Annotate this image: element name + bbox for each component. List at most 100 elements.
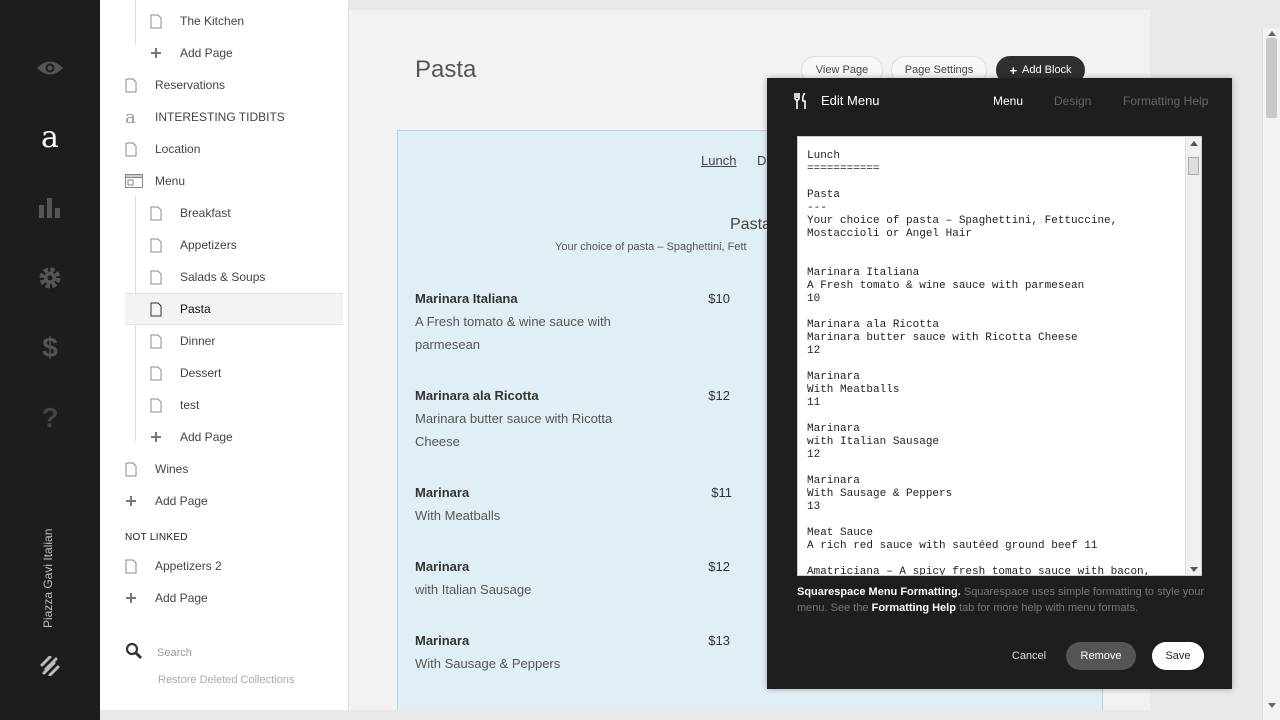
dialog-header[interactable]: Edit Menu Menu Design Formatting Help (767, 78, 1232, 124)
save-button[interactable]: Save (1152, 642, 1204, 670)
site-name[interactable]: Piazza Gavi Italian (41, 529, 55, 628)
menu-item: Marinara with Italian Sausage $12 (415, 559, 745, 601)
add-block-label: Add Block (1022, 64, 1072, 76)
folder-icon (125, 174, 147, 188)
menu-item-price: $10 (708, 291, 730, 306)
tree-item-dinner[interactable]: Dinner (150, 325, 340, 357)
tree-item-interesting-tidbits[interactable]: a INTERESTING TIDBITS (125, 101, 340, 133)
cancel-button[interactable]: Cancel (1005, 642, 1053, 670)
search-input[interactable]: Search (157, 647, 192, 659)
scroll-down-arrow-icon[interactable] (1190, 567, 1198, 572)
left-rail: a $ ? Piazza Gavi Italian (0, 0, 100, 720)
analytics-icon[interactable] (30, 188, 70, 228)
blog-icon: a (125, 106, 136, 128)
page-icon (150, 270, 172, 285)
search-icon (125, 642, 143, 663)
menu-item-name: Marinara (415, 633, 470, 648)
gear-icon[interactable] (30, 258, 70, 298)
tree-item-breakfast[interactable]: Breakfast (150, 197, 340, 229)
tree-item-label: Location (155, 142, 201, 156)
window-scrollbar[interactable] (1262, 28, 1280, 720)
tab-menu[interactable]: Menu (993, 94, 1023, 108)
dollar-icon[interactable]: $ (30, 328, 70, 368)
tree-item-add-page[interactable]: Add Page (125, 485, 340, 517)
scroll-up-arrow-icon[interactable] (1190, 141, 1198, 146)
menu-item: Marinara ala Ricotta Marinara butter sau… (415, 388, 745, 453)
menu-item: Marinara With Sausage & Peppers $13 (415, 633, 745, 675)
tree-item-label: Breakfast (180, 206, 231, 220)
tree-item-reservations[interactable]: Reservations (125, 69, 340, 101)
tree-item-label: Pasta (180, 302, 211, 316)
tab-design[interactable]: Design (1054, 94, 1091, 108)
remove-button[interactable]: Remove (1066, 642, 1136, 670)
help-text-part-2: tab for more help with menu formats. (955, 602, 1139, 614)
eye-icon[interactable] (30, 48, 70, 88)
tree-item-wines[interactable]: Wines (125, 453, 340, 485)
menu-section-title: Pasta (730, 216, 771, 233)
tree-item-salads-soups[interactable]: Salads & Soups (150, 261, 340, 293)
scroll-down-arrow-icon[interactable] (1268, 703, 1276, 708)
menu-item-price: $12 (708, 559, 730, 574)
page-icon (150, 238, 172, 253)
menu-item-name: Marinara (415, 559, 470, 574)
plus-icon (150, 47, 172, 59)
plus-icon (125, 495, 147, 507)
plus-icon: + (1009, 62, 1018, 78)
tree-item-label: Wines (155, 462, 189, 476)
scroll-up-arrow-icon[interactable] (1268, 31, 1276, 36)
restore-deleted-link[interactable]: Restore Deleted Collections (158, 674, 294, 686)
tree-item-label: Appetizers 2 (155, 559, 222, 573)
menu-item-price: $12 (708, 388, 730, 403)
search-row[interactable]: Search (125, 642, 192, 663)
tree-item-label: Appetizers (180, 238, 237, 252)
menu-section-description: Your choice of pasta – Spaghettini, Fett (555, 241, 747, 253)
editor-scroll-thumb[interactable] (1188, 157, 1199, 175)
tree-item-the-kitchen[interactable]: The Kitchen (150, 5, 340, 37)
tree-item-label: Add Page (180, 46, 233, 60)
menu-item-description: Marinara butter sauce with Ricotta Chees… (415, 411, 613, 449)
plus-icon (125, 592, 147, 604)
not-linked-heading: NOT LINKED (125, 532, 188, 543)
window-scroll-thumb[interactable] (1266, 38, 1277, 118)
menu-item-description: A Fresh tomato & wine sauce with parmese… (415, 314, 611, 352)
page-icon (150, 366, 172, 381)
menu-tab-lunch[interactable]: Lunch (701, 153, 736, 168)
tree-item-appetizers[interactable]: Appetizers (150, 229, 340, 261)
menu-text-editor[interactable]: Lunch =========== Pasta --- Your choice … (797, 136, 1202, 576)
menu-item-description: With Sausage & Peppers (415, 656, 561, 671)
tree-item-dessert[interactable]: Dessert (150, 357, 340, 389)
tree-item-label: Menu (155, 174, 186, 188)
help-icon[interactable]: ? (30, 398, 70, 438)
page-icon (150, 14, 172, 29)
squarespace-logo-icon[interactable] (30, 646, 70, 686)
page-icon (150, 398, 172, 413)
menu-tab-next[interactable]: D (757, 153, 766, 168)
tree-item-label: Dessert (180, 366, 222, 380)
tree-item-menu[interactable]: Menu (125, 165, 340, 197)
tree-item-appetizers-2[interactable]: Appetizers 2 (125, 550, 340, 582)
tree-item-label: Add Page (180, 430, 233, 444)
menu-item-name: Marinara (415, 485, 470, 500)
menu-editor-text[interactable]: Lunch =========== Pasta --- Your choice … (798, 137, 1201, 575)
plus-icon (150, 431, 172, 443)
page-title: Pasta (415, 56, 477, 83)
page-tree-sidebar: The Kitchen Add Page Reservations a INTE… (100, 0, 349, 710)
formatting-help-link[interactable]: Formatting Help (872, 602, 956, 614)
tree-item-add-page[interactable]: Add Page (125, 582, 340, 614)
tree-item-location[interactable]: Location (125, 133, 340, 165)
tab-formatting-help[interactable]: Formatting Help (1123, 94, 1208, 108)
help-bold: Squarespace Menu Formatting. (797, 586, 961, 598)
menu-item-description: with Italian Sausage (415, 582, 532, 597)
tree-item-add-page[interactable]: Add Page (150, 421, 340, 453)
page-icon (125, 142, 147, 157)
tree-item-label: Salads & Soups (180, 270, 266, 284)
logo-icon[interactable]: a (30, 118, 70, 158)
fork-knife-icon (794, 92, 808, 114)
tree-item-pasta[interactable]: Pasta (125, 293, 343, 325)
editor-scrollbar[interactable] (1185, 137, 1201, 575)
formatting-help-text: Squarespace Menu Formatting. Squarespace… (797, 584, 1207, 616)
tree-item-label: Add Page (155, 591, 208, 605)
tree-item-test[interactable]: test (150, 389, 340, 421)
menu-item-description: With Meatballs (415, 508, 501, 523)
tree-item-add-page[interactable]: Add Page (150, 37, 340, 69)
